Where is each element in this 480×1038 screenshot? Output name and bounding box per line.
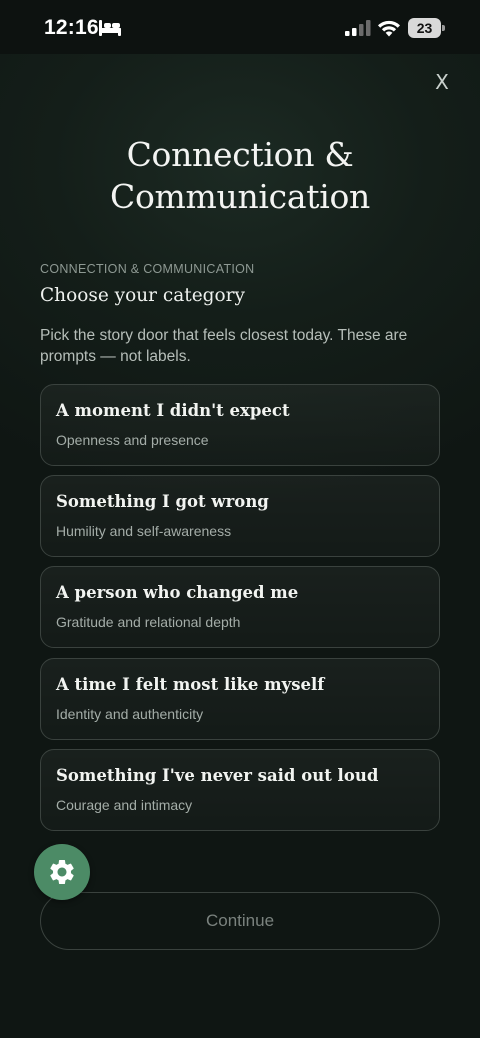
category-card-person-changed-me[interactable]: A person who changed me Gratitude and re… bbox=[40, 566, 440, 648]
battery-indicator: 23 bbox=[408, 18, 445, 38]
category-title: Something I got wrong bbox=[56, 492, 269, 511]
section-heading: Choose your category bbox=[40, 285, 245, 306]
section-eyebrow: CONNECTION & COMMUNICATION bbox=[40, 262, 255, 276]
bed-icon bbox=[99, 20, 121, 36]
category-card-most-like-myself[interactable]: A time I felt most like myself Identity … bbox=[40, 658, 440, 740]
wifi-icon bbox=[378, 20, 400, 37]
category-title: A person who changed me bbox=[56, 583, 299, 602]
close-button[interactable]: X bbox=[430, 70, 454, 98]
category-subtitle: Openness and presence bbox=[56, 432, 209, 448]
section-description: Pick the story door that feels closest t… bbox=[40, 327, 408, 365]
status-time: 12:16 bbox=[44, 16, 99, 39]
continue-button[interactable]: Continue bbox=[40, 892, 440, 950]
gear-icon bbox=[50, 860, 74, 884]
category-subtitle: Identity and authenticity bbox=[56, 706, 204, 722]
category-subtitle: Courage and intimacy bbox=[56, 797, 193, 813]
category-card-got-wrong[interactable]: Something I got wrong Humility and self-… bbox=[40, 475, 440, 557]
category-card-unexpected-moment[interactable]: A moment I didn't expect Openness and pr… bbox=[40, 384, 440, 466]
page-title: Connection & Communication bbox=[110, 135, 370, 216]
category-title: A time I felt most like myself bbox=[56, 675, 325, 694]
category-subtitle: Gratitude and relational depth bbox=[56, 614, 241, 630]
status-bar: 12:16 23 bbox=[0, 0, 480, 54]
category-title: A moment I didn't expect bbox=[56, 401, 290, 420]
category-card-never-said-out-loud[interactable]: Something I've never said out loud Coura… bbox=[40, 749, 440, 831]
category-title: Something I've never said out loud bbox=[56, 766, 379, 785]
category-subtitle: Humility and self-awareness bbox=[56, 523, 232, 539]
battery-cap bbox=[442, 25, 445, 31]
battery-level: 23 bbox=[408, 18, 441, 38]
settings-button[interactable] bbox=[34, 844, 90, 900]
signal-icon bbox=[345, 20, 371, 36]
